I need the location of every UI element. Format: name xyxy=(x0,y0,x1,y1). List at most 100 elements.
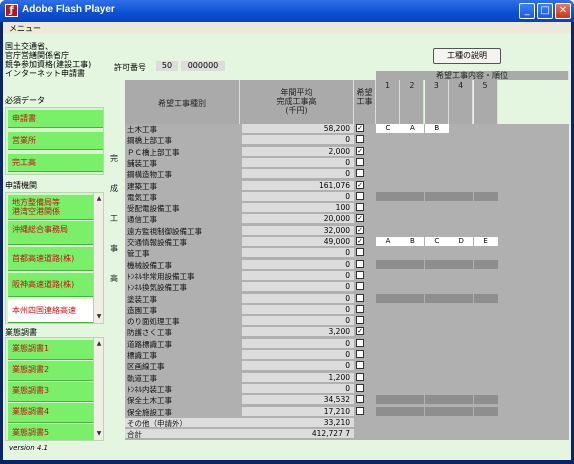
wish-checkbox[interactable] xyxy=(356,203,364,212)
rank-cell[interactable] xyxy=(473,361,498,371)
rank-cell[interactable] xyxy=(449,270,474,280)
rank-cell[interactable] xyxy=(473,248,498,258)
wish-checkbox[interactable] xyxy=(356,169,364,178)
rank-cell[interactable] xyxy=(424,135,449,145)
rank-cell[interactable] xyxy=(449,429,474,439)
rank-cell[interactable] xyxy=(424,327,449,337)
rank-cell[interactable] xyxy=(400,214,425,224)
rank-cell[interactable] xyxy=(449,327,474,337)
agency-item-okinawa[interactable]: 沖縄総合事務局 xyxy=(8,221,93,245)
rank-cell[interactable] xyxy=(376,429,400,439)
permit-number-2[interactable]: 000000 xyxy=(181,61,225,71)
survey-item-1[interactable]: 業態調書1 xyxy=(8,340,93,360)
rank-cell[interactable]: E xyxy=(473,237,498,246)
rank-cell[interactable] xyxy=(449,316,474,326)
scroll-down-icon[interactable]: ▼ xyxy=(95,430,103,438)
rank-cell[interactable] xyxy=(376,169,400,179)
row-amount[interactable]: 58,200 xyxy=(242,124,354,133)
rank-cell[interactable] xyxy=(400,327,425,337)
rank-cell[interactable] xyxy=(424,338,449,348)
survey-item-2[interactable]: 業態調書2 xyxy=(8,361,93,381)
rank-cell[interactable] xyxy=(376,259,400,269)
survey-item-3[interactable]: 業態調書3 xyxy=(8,382,93,402)
rank-cell[interactable] xyxy=(400,383,425,393)
wish-checkbox[interactable]: ✓ xyxy=(356,327,364,336)
rank-cell[interactable] xyxy=(449,383,474,393)
rank-cell[interactable] xyxy=(400,270,425,280)
rank-cell[interactable] xyxy=(424,429,449,439)
row-amount[interactable]: 2,000 xyxy=(242,146,354,156)
wish-checkbox[interactable] xyxy=(356,248,364,257)
rank-cell[interactable] xyxy=(449,395,474,405)
agency-item-regional[interactable]: 地方整備局等 港湾空港関係 xyxy=(8,195,93,220)
rank-cell[interactable] xyxy=(376,293,400,303)
rank-cell[interactable] xyxy=(376,316,400,326)
rank-cell[interactable] xyxy=(473,124,498,133)
wish-checkbox[interactable] xyxy=(356,293,364,302)
rank-cell[interactable] xyxy=(400,135,425,145)
rank-cell[interactable] xyxy=(473,191,498,201)
wish-checkbox[interactable] xyxy=(356,191,364,200)
rank-cell[interactable] xyxy=(449,225,474,235)
rank-cell[interactable] xyxy=(449,135,474,145)
rank-cell[interactable] xyxy=(449,157,474,167)
row-amount[interactable]: 0 xyxy=(242,383,354,393)
rank-cell[interactable] xyxy=(424,270,449,280)
rank-cell[interactable] xyxy=(449,191,474,201)
row-amount[interactable]: 0 xyxy=(242,350,354,359)
required-item-office[interactable]: 営業所 xyxy=(8,132,103,150)
rank-cell[interactable] xyxy=(473,135,498,145)
row-amount[interactable]: 0 xyxy=(242,248,354,258)
rank-cell[interactable] xyxy=(473,293,498,303)
rank-cell[interactable] xyxy=(400,157,425,167)
rank-cell[interactable] xyxy=(473,383,498,393)
rank-cell[interactable] xyxy=(449,282,474,292)
rank-cell[interactable] xyxy=(400,417,425,427)
wish-checkbox[interactable] xyxy=(356,304,364,313)
wish-checkbox[interactable] xyxy=(356,350,364,358)
row-amount[interactable]: 3,200 xyxy=(242,327,354,337)
rank-cell[interactable] xyxy=(473,316,498,326)
rank-cell[interactable] xyxy=(400,282,425,292)
rank-cell[interactable] xyxy=(424,282,449,292)
rank-cell[interactable] xyxy=(449,372,474,382)
rank-cell[interactable] xyxy=(376,395,400,405)
rank-cell[interactable] xyxy=(424,248,449,258)
rank-cell[interactable] xyxy=(376,248,400,258)
rank-cell[interactable] xyxy=(473,180,498,190)
wish-checkbox[interactable] xyxy=(356,316,364,325)
rank-cell[interactable] xyxy=(400,191,425,201)
rank-cell[interactable] xyxy=(376,417,400,427)
rank-cell[interactable] xyxy=(473,327,498,337)
rank-cell[interactable] xyxy=(473,169,498,179)
rank-cell[interactable] xyxy=(376,372,400,382)
rank-cell[interactable] xyxy=(473,429,498,439)
row-amount[interactable]: 0 xyxy=(242,135,354,145)
rank-cell[interactable] xyxy=(400,316,425,326)
rank-cell[interactable] xyxy=(376,180,400,190)
wish-checkbox[interactable] xyxy=(356,157,364,166)
rank-cell[interactable] xyxy=(400,304,425,314)
rank-cell[interactable]: B xyxy=(400,237,425,246)
row-amount[interactable]: 1,200 xyxy=(242,372,354,382)
rank-cell[interactable] xyxy=(449,304,474,314)
row-amount[interactable]: 33,210 xyxy=(242,417,354,427)
rank-cell[interactable] xyxy=(473,406,498,416)
rank-cell[interactable] xyxy=(376,338,400,348)
row-amount[interactable]: 0 xyxy=(242,157,354,167)
row-amount[interactable]: 412,727 7 xyxy=(242,429,354,439)
rank-cell[interactable] xyxy=(424,259,449,269)
rank-cell[interactable] xyxy=(400,372,425,382)
rank-cell[interactable] xyxy=(400,406,425,416)
scroll-down-icon[interactable]: ▼ xyxy=(95,313,103,321)
rank-cell[interactable] xyxy=(376,214,400,224)
survey-item-5[interactable]: 業態調書5 xyxy=(8,424,93,440)
rank-cell[interactable] xyxy=(424,203,449,213)
wish-checkbox[interactable] xyxy=(356,338,364,347)
rank-cell[interactable] xyxy=(376,350,400,359)
wish-checkbox[interactable] xyxy=(356,270,364,279)
wish-checkbox[interactable] xyxy=(356,282,364,291)
rank-cell[interactable] xyxy=(424,293,449,303)
required-item-application[interactable]: 申請書 xyxy=(8,110,103,128)
rank-cell[interactable] xyxy=(376,135,400,145)
